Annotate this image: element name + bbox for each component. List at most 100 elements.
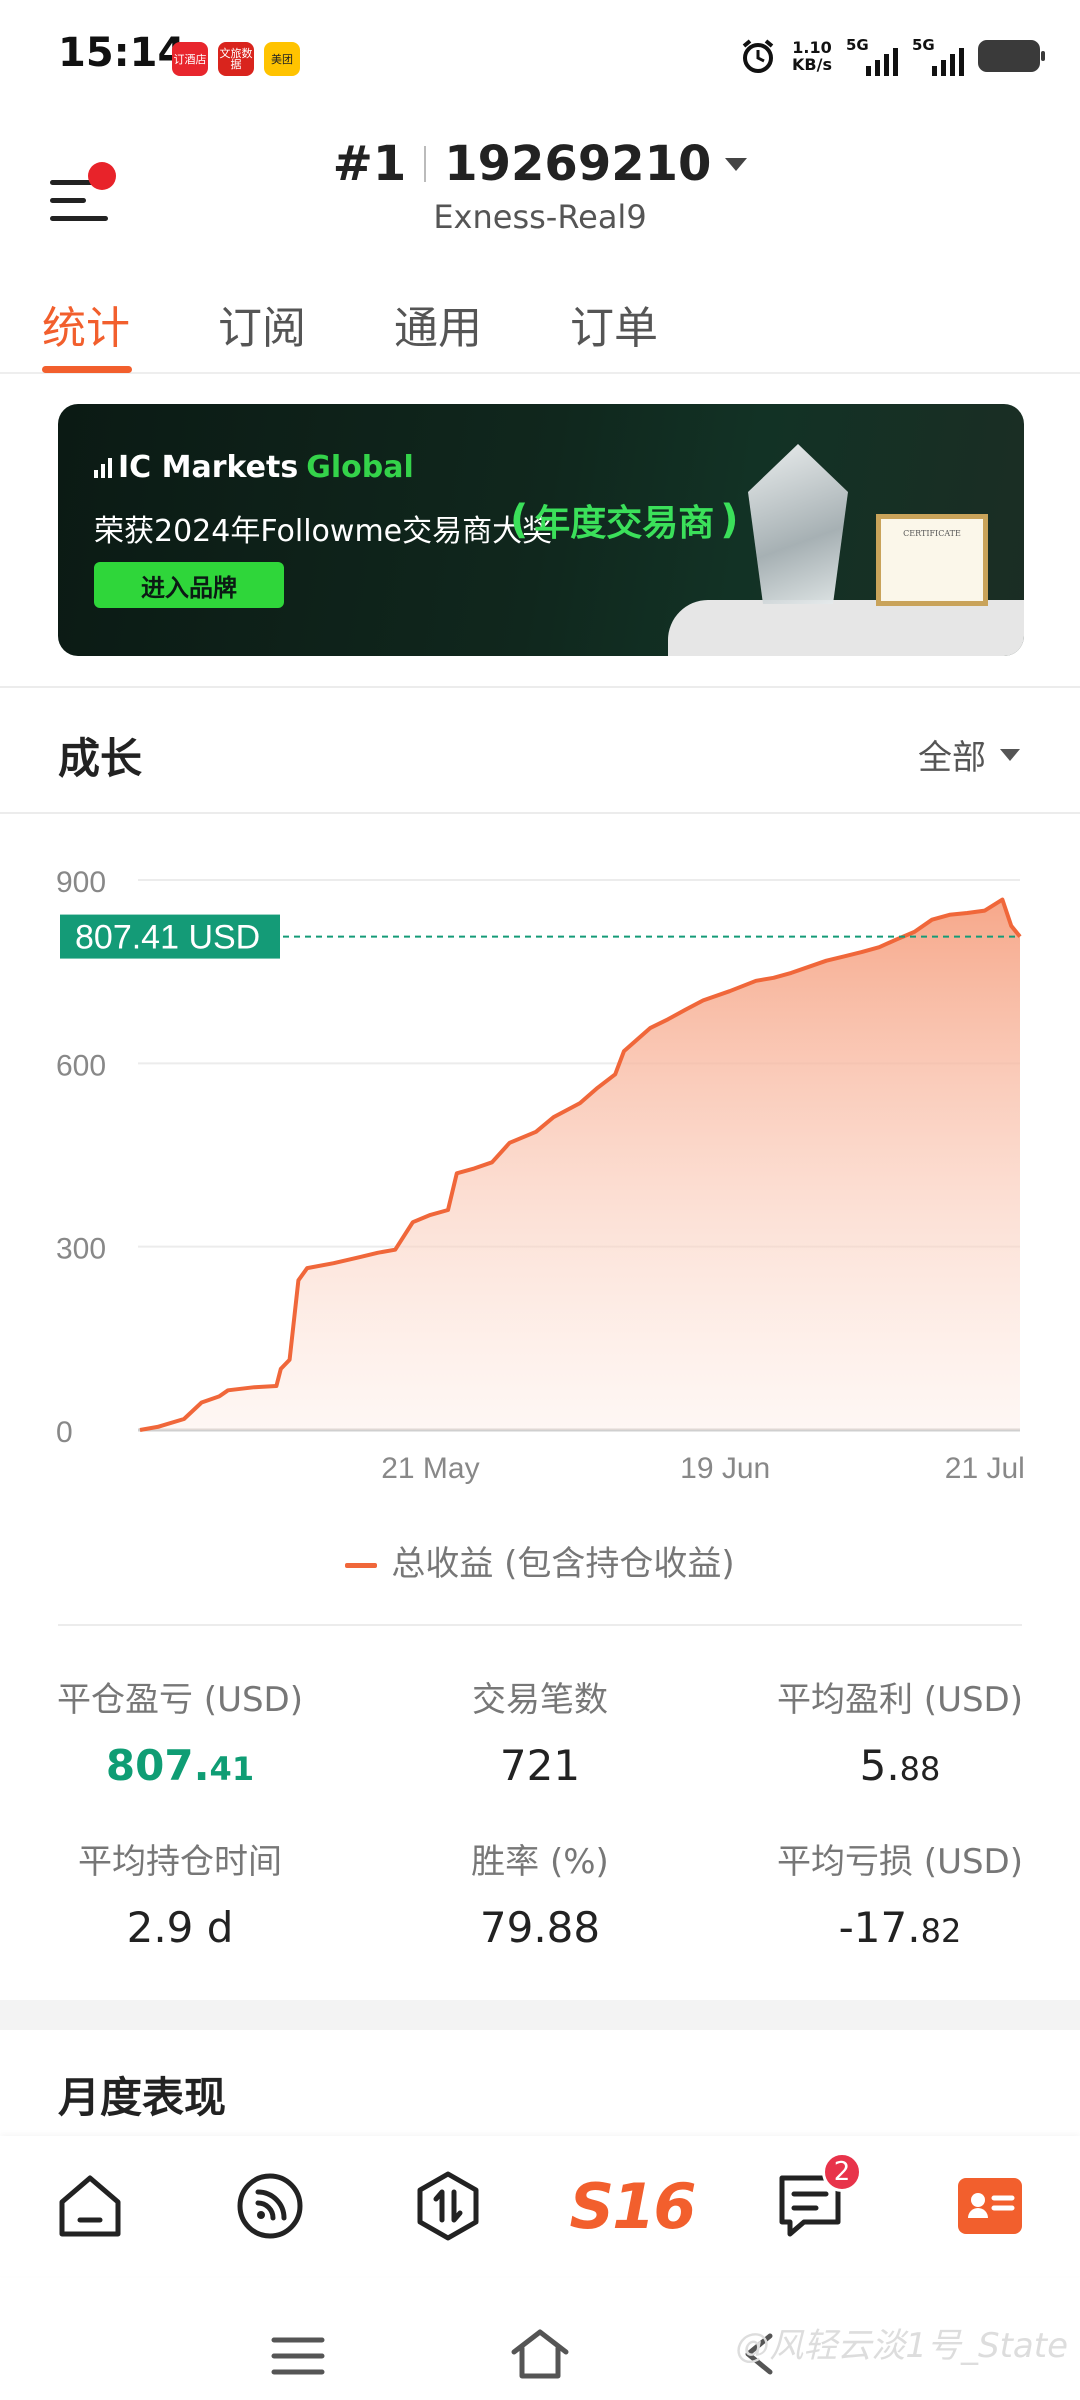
active-tab-indicator xyxy=(42,366,132,373)
tab-bar: 统计 订阅 通用 订单 xyxy=(0,280,1080,374)
nav-profile[interactable] xyxy=(950,2166,1030,2246)
tab-stats[interactable]: 统计 xyxy=(42,292,130,356)
stat-label: 平仓盈亏 (USD) xyxy=(57,1680,303,1720)
account-header: #1 19269210 Exness-Real9 xyxy=(0,120,1080,260)
home-icon xyxy=(59,2175,121,2237)
chart-legend: 总收益 (包含持仓收益) xyxy=(0,1536,1080,1585)
range-filter-value: 全部 xyxy=(918,738,986,778)
account-number: 19269210 xyxy=(444,136,712,192)
brand-suffix: Global xyxy=(306,450,414,485)
x-tick-label: 21 Jul xyxy=(945,1452,1025,1485)
net-speed: 1.10 KB/s xyxy=(792,39,832,73)
stat-label: 平均亏损 (USD) xyxy=(777,1842,1023,1882)
stat-trade-count: 交易笔数 721 xyxy=(360,1672,720,1790)
growth-chart-svg: 807.41 USD 0 300 600 900 21 May 19 Jun 21 Jul xyxy=(56,866,1025,1485)
stat-value: 5.88 xyxy=(859,1741,941,1790)
account-index: #1 xyxy=(332,136,407,192)
tab-orders[interactable]: 订单 xyxy=(570,292,658,356)
stat-win-rate: 胜率 (%) 79.88 xyxy=(360,1834,720,1952)
separator xyxy=(424,146,427,182)
divider xyxy=(0,686,1080,688)
tab-subscribe[interactable]: 订阅 xyxy=(218,292,306,356)
net-speed-value: 1.10 xyxy=(792,38,832,57)
monthly-performance-title: 月度表现 xyxy=(58,2073,227,2122)
net-speed-unit: KB/s xyxy=(792,55,832,74)
chevron-down-icon xyxy=(725,157,748,171)
account-selector[interactable]: #1 19269210 Exness-Real9 xyxy=(0,136,1080,236)
recent-apps-icon[interactable] xyxy=(270,2334,326,2378)
stat-label: 平均持仓时间 xyxy=(78,1842,282,1882)
growth-area xyxy=(140,899,1020,1430)
section-gap xyxy=(0,2000,1080,2030)
culture-data-app-icon: 文旅数据 xyxy=(218,42,254,76)
stat-label: 平均盈利 (USD) xyxy=(777,1680,1023,1720)
sim1-signal-icon: 5G xyxy=(846,36,898,76)
legend-swatch xyxy=(345,1563,378,1568)
y-tick-label: 300 xyxy=(56,1233,106,1266)
current-value-label: 807.41 USD xyxy=(75,919,260,957)
bottom-navigation: S16 2 xyxy=(0,2136,1080,2276)
divider xyxy=(0,812,1080,814)
legend-label: 总收益 (包含持仓收益) xyxy=(391,1544,735,1584)
stat-value: -17.82 xyxy=(838,1903,962,1952)
y-tick-label: 900 xyxy=(56,866,106,899)
certificate-image: CERTIFICATE xyxy=(876,514,988,606)
growth-title: 成长 xyxy=(58,734,143,783)
stat-value: 79.88 xyxy=(479,1903,601,1952)
battery-icon xyxy=(978,40,1045,72)
crystal-trophy-icon xyxy=(748,444,848,604)
alarm-icon xyxy=(742,39,774,73)
watermark: @风轻云淡1号_State xyxy=(735,2326,1068,2366)
award-title: ( 年度交易商 ) xyxy=(510,494,739,546)
banner-text: 荣获2024年Followme交易商大奖 xyxy=(94,514,553,549)
brand-prefix: IC Markets xyxy=(118,450,299,485)
server-name: Exness-Real9 xyxy=(433,198,647,236)
nav-messages[interactable]: 2 xyxy=(770,2152,862,2246)
status-app-icons: 订酒店 文旅数据 美团 xyxy=(172,42,300,76)
sim1-label: 5G xyxy=(846,36,869,54)
divider xyxy=(58,1624,1022,1626)
feed-icon xyxy=(237,2173,303,2239)
display-table xyxy=(668,600,1024,656)
stat-avg-profit: 平均盈利 (USD) 5.88 xyxy=(720,1672,1080,1790)
stat-value: 807.41 xyxy=(105,1741,255,1790)
nav-feed[interactable] xyxy=(230,2166,310,2246)
laurel-right-icon: ) xyxy=(720,497,739,543)
trade-icon xyxy=(417,2171,479,2241)
sim2-signal-icon: 5G xyxy=(912,36,964,76)
status-time: 15:14 xyxy=(58,30,186,76)
y-tick-label: 600 xyxy=(56,1049,106,1082)
stat-avg-loss: 平均亏损 (USD) -17.82 xyxy=(720,1834,1080,1952)
x-tick-label: 19 Jun xyxy=(680,1452,770,1485)
status-indicators: 1.10 KB/s 5G 5G xyxy=(738,36,1045,76)
y-tick-label: 0 xyxy=(56,1416,73,1449)
stat-label: 交易笔数 xyxy=(472,1680,608,1720)
promo-banner[interactable]: IC Markets Global 荣获2024年Followme交易商大奖 (… xyxy=(58,404,1024,656)
x-tick-label: 21 May xyxy=(381,1452,479,1485)
stat-value: 721 xyxy=(499,1741,581,1790)
meituan-app-icon: 美团 xyxy=(264,42,300,76)
certificate-title: CERTIFICATE xyxy=(903,529,961,538)
nav-s16[interactable]: S16 xyxy=(569,2166,697,2246)
messages-badge: 2 xyxy=(822,2152,862,2192)
laurel-left-icon: ( xyxy=(510,497,529,543)
range-filter-dropdown[interactable]: 全部 xyxy=(918,730,1020,779)
stat-value: 2.9 d xyxy=(126,1903,234,1952)
status-bar: 15:14 订酒店 文旅数据 美团 1.10 KB/s 5G 5G xyxy=(0,0,1080,120)
enter-brand-button[interactable]: 进入品牌 xyxy=(94,562,284,608)
award-text: 年度交易商 xyxy=(534,503,715,544)
stat-avg-hold-time: 平均持仓时间 2.9 d xyxy=(0,1834,360,1952)
stat-label: 胜率 (%) xyxy=(471,1842,609,1882)
profile-card-icon xyxy=(958,2178,1022,2234)
nav-home[interactable] xyxy=(50,2166,130,2246)
sim2-label: 5G xyxy=(912,36,935,54)
hotel-app-icon: 订酒店 xyxy=(172,42,208,76)
s16-logo: S16 xyxy=(569,2169,697,2243)
growth-chart[interactable]: 807.41 USD 0 300 600 900 21 May 19 Jun 21 Jul xyxy=(0,840,1080,1540)
chevron-down-icon xyxy=(1000,748,1020,761)
home-system-icon[interactable] xyxy=(508,2326,572,2382)
ic-markets-logo: IC Markets Global xyxy=(94,450,414,485)
nav-trade[interactable] xyxy=(408,2166,488,2246)
stat-closed-pnl: 平仓盈亏 (USD) 807.41 xyxy=(0,1672,360,1790)
tab-general[interactable]: 通用 xyxy=(394,292,482,356)
